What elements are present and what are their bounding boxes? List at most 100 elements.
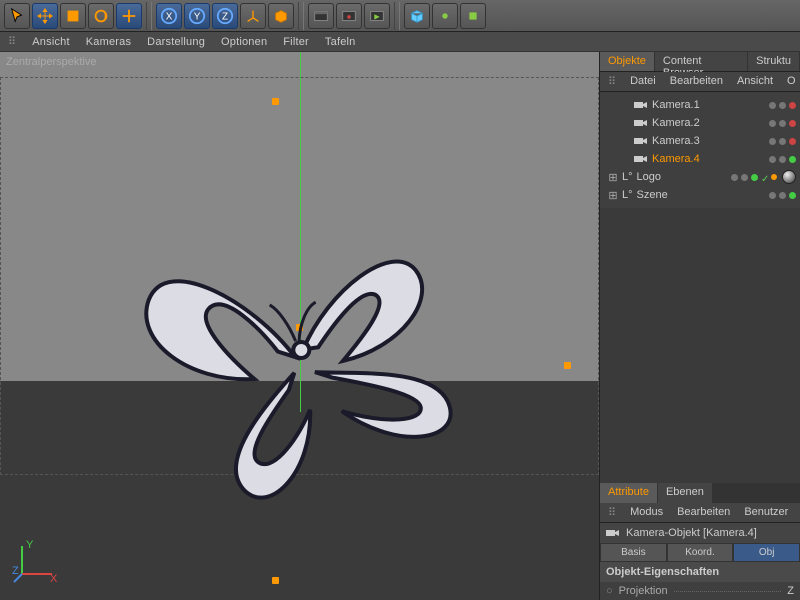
vis-render-dot[interactable] xyxy=(779,156,786,163)
menu-darstellung[interactable]: Darstellung xyxy=(147,36,205,48)
tree-label: Kamera.2 xyxy=(652,117,765,129)
vis-render-dot[interactable] xyxy=(741,174,748,181)
object-tabs: Objekte Content Browser Struktu xyxy=(600,52,800,72)
camera-icon xyxy=(634,154,648,164)
tree-row-kamera-1[interactable]: Kamera.1 xyxy=(600,96,800,114)
tab-content-browser[interactable]: Content Browser xyxy=(655,52,747,71)
tool-cube[interactable] xyxy=(404,3,430,29)
tool-coord[interactable] xyxy=(240,3,266,29)
obj-menu-handle[interactable]: ⠿ xyxy=(608,75,616,88)
attr-menu-benutzer[interactable]: Benutzer xyxy=(744,506,788,519)
camera-icon xyxy=(634,136,648,146)
handle-right[interactable] xyxy=(564,362,571,369)
attr-panel-menu: ⠿ Modus Bearbeiten Benutzer xyxy=(600,503,800,523)
menu-ansicht[interactable]: Ansicht xyxy=(32,36,69,48)
state-dot[interactable] xyxy=(789,120,796,127)
tree-row-kamera-2[interactable]: Kamera.2 xyxy=(600,114,800,132)
prop-value[interactable]: Z xyxy=(787,585,794,597)
tool-crosshair[interactable] xyxy=(116,3,142,29)
menu-optionen[interactable]: Optionen xyxy=(221,36,267,48)
object-tree: Kamera.1 Kamera.2 Kamera.3Kamera.4 ⊞ L° Logo ✓… xyxy=(600,92,800,208)
butterfly-model xyxy=(91,153,499,561)
expand-icon[interactable]: ⊞ xyxy=(608,171,618,184)
vis-render-dot[interactable] xyxy=(779,192,786,199)
attr-body: Kamera-Objekt [Kamera.4] Basis Koord. Ob… xyxy=(600,523,800,600)
vis-render-dot[interactable] xyxy=(779,120,786,127)
state-dot[interactable] xyxy=(751,174,758,181)
material-sphere-icon[interactable] xyxy=(782,170,796,184)
expand-icon[interactable]: ⊞ xyxy=(608,189,618,202)
right-panel: Objekte Content Browser Struktu ⠿ Datei … xyxy=(600,52,800,600)
state-dot[interactable] xyxy=(789,192,796,199)
tool-primitive[interactable] xyxy=(268,3,294,29)
tree-row-logo[interactable]: ⊞ L° Logo ✓ xyxy=(600,168,800,186)
menu-kameras[interactable]: Kameras xyxy=(86,36,131,48)
prop-projektion: ○ Projektion Z xyxy=(600,582,800,600)
obj-menu-datei[interactable]: Datei xyxy=(630,75,656,88)
svg-text:Z: Z xyxy=(12,565,19,577)
state-dot[interactable] xyxy=(789,138,796,145)
attr-tabs: Attribute Ebenen xyxy=(600,483,800,503)
tool-render-b[interactable] xyxy=(336,3,362,29)
obj-menu-bearbeiten[interactable]: Bearbeiten xyxy=(670,75,723,88)
sub-koord[interactable]: Koord. xyxy=(667,543,734,562)
obj-menu-more[interactable]: O xyxy=(787,75,796,88)
vis-editor-dot[interactable] xyxy=(769,102,776,109)
tab-struktur[interactable]: Struktu xyxy=(748,52,799,71)
prop-label: Projektion xyxy=(619,585,668,597)
vis-editor-dot[interactable] xyxy=(731,174,738,181)
main-toolbar: X Y Z xyxy=(0,0,800,32)
tree-label: Logo xyxy=(637,171,727,183)
tree-row-szene[interactable]: ⊞ L° Szene xyxy=(600,186,800,204)
tool-render-a[interactable] xyxy=(308,3,334,29)
vis-editor-dot[interactable] xyxy=(769,120,776,127)
vis-render-dot[interactable] xyxy=(779,102,786,109)
vis-editor-dot[interactable] xyxy=(769,156,776,163)
tab-attribute[interactable]: Attribute xyxy=(600,483,657,503)
object-panel-menu: ⠿ Datei Bearbeiten Ansicht O xyxy=(600,72,800,92)
tool-scale[interactable] xyxy=(60,3,86,29)
tool-snap-b[interactable] xyxy=(460,3,486,29)
tree-label: Szene xyxy=(637,189,765,201)
obj-menu-ansicht[interactable]: Ansicht xyxy=(737,75,773,88)
svg-text:Y: Y xyxy=(26,539,34,551)
state-dot[interactable] xyxy=(789,156,796,163)
vis-editor-dot[interactable] xyxy=(769,192,776,199)
attr-section-head: Objekt-Eigenschaften xyxy=(600,562,800,582)
check-icon: ✓ xyxy=(761,174,768,181)
tab-ebenen[interactable]: Ebenen xyxy=(658,483,712,503)
tool-cursor[interactable] xyxy=(4,3,30,29)
tab-objekte[interactable]: Objekte xyxy=(600,52,654,71)
sub-basis[interactable]: Basis xyxy=(600,543,667,562)
camera-icon xyxy=(634,100,648,110)
handle-top[interactable] xyxy=(272,98,279,105)
viewport[interactable]: Zentralperspektive xyxy=(0,52,600,600)
tool-move[interactable] xyxy=(32,3,58,29)
vis-render-dot[interactable] xyxy=(779,138,786,145)
tree-row-kamera-3[interactable]: Kamera.3 xyxy=(600,132,800,150)
null-icon: L° xyxy=(622,189,633,201)
tool-z-axis[interactable]: Z xyxy=(212,3,238,29)
tree-row-kamera-4[interactable]: Kamera.4 xyxy=(600,150,800,168)
vis-editor-dot[interactable] xyxy=(769,138,776,145)
tool-render-c[interactable] xyxy=(364,3,390,29)
attr-title: Kamera-Objekt [Kamera.4] xyxy=(626,527,757,539)
menu-handle[interactable]: ⠿ xyxy=(8,35,16,48)
menu-filter[interactable]: Filter xyxy=(283,36,309,48)
camera-icon xyxy=(606,528,620,538)
tool-x-axis[interactable]: X xyxy=(156,3,182,29)
tool-snap-a[interactable] xyxy=(432,3,458,29)
state-dot[interactable] xyxy=(789,102,796,109)
tool-y-axis[interactable]: Y xyxy=(184,3,210,29)
attr-sub-tabs: Basis Koord. Obj xyxy=(600,543,800,562)
camera-icon xyxy=(634,118,648,128)
null-icon: L° xyxy=(622,171,633,183)
svg-text:X: X xyxy=(50,573,58,584)
menu-tafeln[interactable]: Tafeln xyxy=(325,36,356,48)
attr-menu-bearbeiten[interactable]: Bearbeiten xyxy=(677,506,730,519)
sub-obj[interactable]: Obj xyxy=(733,543,800,562)
handle-bottom[interactable] xyxy=(272,577,279,584)
attr-menu-modus[interactable]: Modus xyxy=(630,506,663,519)
tool-rotate[interactable] xyxy=(88,3,114,29)
attr-menu-handle[interactable]: ⠿ xyxy=(608,506,616,519)
